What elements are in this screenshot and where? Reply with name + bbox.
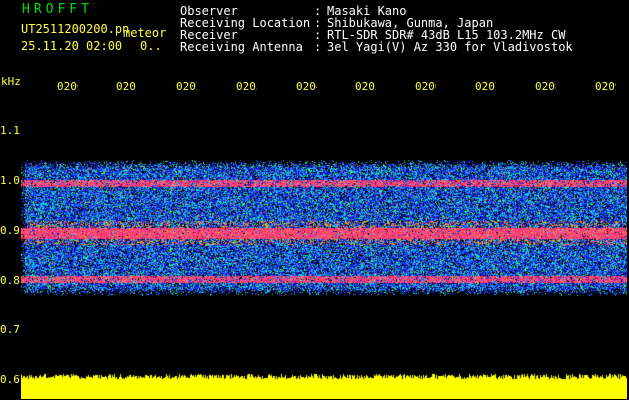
time-tick-label: 0201 [116, 81, 137, 92]
time-tick-label: 0204 [296, 81, 317, 92]
y-axis-label: 0.8 [0, 274, 20, 287]
time-tick-label: 0205 [355, 81, 376, 92]
spectrogram-canvas [21, 96, 627, 399]
status-flag: 0.. [140, 39, 162, 53]
time-tick-label: 0203 [236, 81, 257, 92]
antenna-value: 3el Yagi(V) Az 330 for Vladivostok [327, 40, 573, 54]
y-axis-label: 1.0 [0, 174, 20, 187]
y-axis-label: 0.7 [0, 323, 20, 336]
antenna-label: Receiving Antenna [180, 40, 303, 54]
frequency-unit-label: kHz [1, 75, 21, 88]
app-title: HROFFT [22, 2, 93, 17]
time-tick-label: 0208 [535, 81, 556, 92]
hrofft-window: HROFFT UT2511200200.pn meteor 25.11.20 0… [0, 0, 629, 400]
header: HROFFT UT2511200200.pn meteor 25.11.20 0… [0, 0, 629, 60]
datetime: 25.11.20 02:00 [21, 39, 123, 53]
time-tick-label: 0207 [475, 81, 496, 92]
time-tick-label: 0209 [595, 81, 616, 92]
mode-label: meteor [123, 26, 167, 40]
time-tick-label: 0202 [176, 81, 197, 92]
y-axis-label: 1.1 [0, 124, 20, 137]
filename: UT2511200200.pn [21, 22, 130, 36]
y-axis-label: 0.6 [0, 373, 20, 386]
y-axis-label: 0.9 [0, 224, 20, 237]
time-tick-label: 0206 [415, 81, 436, 92]
time-tick-label: 0200 [57, 81, 78, 92]
antenna-separator: : [314, 40, 322, 54]
